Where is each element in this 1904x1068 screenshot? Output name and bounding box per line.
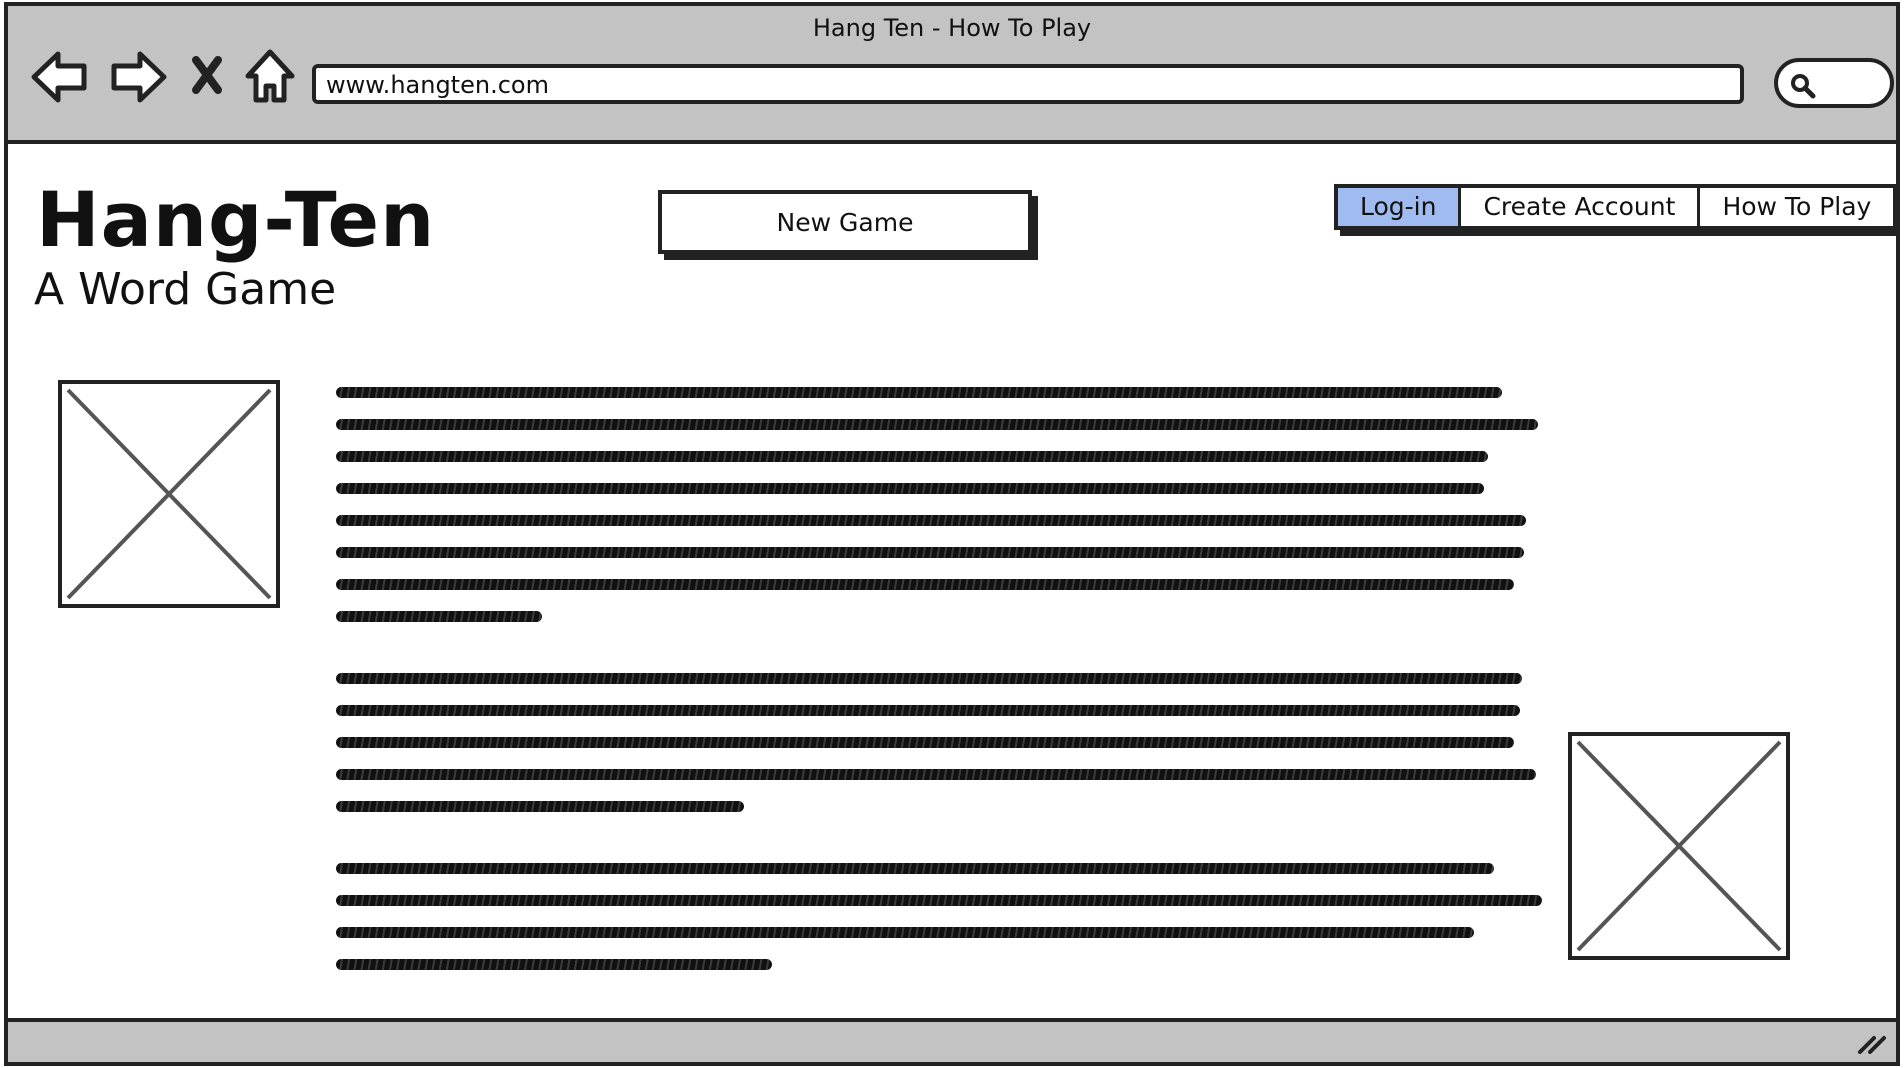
text-line	[336, 790, 1548, 822]
browser-chrome: Hang Ten - How To Play www.hangten.com	[8, 6, 1896, 144]
text-line	[336, 408, 1548, 440]
text-line	[336, 884, 1548, 916]
close-icon[interactable]	[184, 46, 248, 108]
paragraph-1	[336, 376, 1548, 632]
paragraph-2	[336, 662, 1548, 822]
text-line	[336, 440, 1548, 472]
text-line	[336, 662, 1548, 694]
forward-arrow-icon[interactable]	[106, 46, 170, 108]
status-bar	[8, 1018, 1896, 1062]
new-game-button[interactable]: New Game	[658, 190, 1032, 254]
window-title: Hang Ten - How To Play	[812, 14, 1092, 42]
address-bar[interactable]: www.hangten.com	[312, 64, 1744, 104]
home-icon[interactable]	[240, 46, 304, 108]
text-line	[336, 852, 1548, 884]
text-line	[336, 504, 1548, 536]
text-line	[336, 758, 1548, 790]
nav-how-to-play[interactable]: How To Play	[1700, 188, 1893, 226]
image-placeholder-icon	[58, 380, 280, 608]
text-line	[336, 472, 1548, 504]
text-line	[336, 600, 1548, 632]
text-line	[336, 536, 1548, 568]
site-subtitle: A Word Game	[34, 264, 337, 315]
text-line	[336, 376, 1548, 408]
resize-grip-icon[interactable]	[1856, 1030, 1886, 1056]
nav-login[interactable]: Log-in	[1338, 188, 1462, 226]
search-box[interactable]	[1774, 58, 1894, 108]
browser-window: Hang Ten - How To Play www.hangten.com H…	[4, 2, 1900, 1066]
text-line	[336, 726, 1548, 758]
text-line	[336, 694, 1548, 726]
top-navigation: Log-in Create Account How To Play	[1334, 184, 1896, 230]
search-icon	[1791, 74, 1816, 99]
site-title: Hang-Ten	[36, 175, 436, 264]
address-bar-url: www.hangten.com	[326, 71, 549, 99]
back-arrow-icon[interactable]	[28, 46, 92, 108]
nav-create-account[interactable]: Create Account	[1461, 188, 1701, 226]
image-placeholder-icon	[1568, 732, 1790, 960]
text-line	[336, 948, 1548, 980]
text-line	[336, 568, 1548, 600]
paragraph-3	[336, 852, 1548, 980]
text-line	[336, 916, 1548, 948]
